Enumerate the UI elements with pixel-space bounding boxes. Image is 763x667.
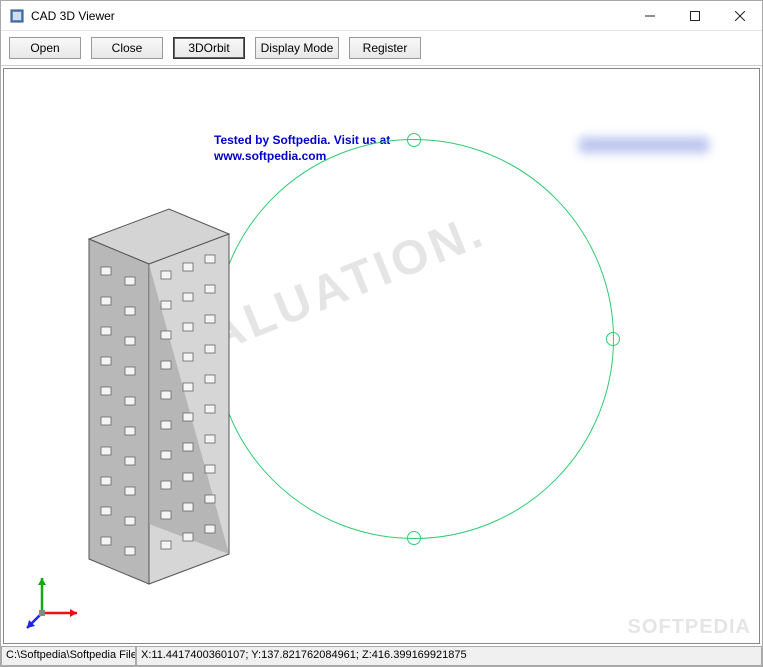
orbit-ring[interactable] [214, 139, 614, 539]
orbit-button[interactable]: 3DOrbit [173, 37, 245, 59]
register-button[interactable]: Register [349, 37, 421, 59]
minimize-button[interactable] [627, 1, 672, 30]
axis-gizmo [22, 573, 82, 633]
display-mode-button[interactable]: Display Mode [255, 37, 339, 59]
toolbar: Open Close 3DOrbit Display Mode Register [1, 31, 762, 66]
app-icon [9, 8, 25, 24]
close-button[interactable] [717, 1, 762, 30]
window-controls [627, 1, 762, 30]
open-button[interactable]: Open [9, 37, 81, 59]
close-file-button[interactable]: Close [91, 37, 163, 59]
building-model [49, 199, 269, 589]
status-coordinates: X:11.4417400360107; Y:137.821762084961; … [136, 647, 762, 666]
statusbar: C:\Softpedia\Softpedia Files\Softpedi X:… [1, 646, 762, 666]
watermark-line1: Tested by Softpedia. Visit us at [214, 133, 390, 147]
maximize-button[interactable] [672, 1, 717, 30]
softpedia-watermark-text: Tested by Softpedia. Visit us at www.sof… [214, 133, 390, 164]
orbit-handle-top[interactable] [407, 133, 421, 147]
viewport-3d[interactable]: Tested by Softpedia. Visit us at www.sof… [3, 68, 760, 644]
blurred-region [579, 137, 709, 153]
watermark-line2: www.softpedia.com [214, 149, 326, 163]
titlebar: CAD 3D Viewer [1, 1, 762, 31]
status-filepath: C:\Softpedia\Softpedia Files\Softpedi [1, 647, 136, 666]
window-title: CAD 3D Viewer [31, 9, 627, 23]
evaluation-watermark: EVALUATION. [137, 203, 493, 390]
orbit-handle-bottom[interactable] [407, 531, 421, 545]
orbit-handle-right[interactable] [606, 332, 620, 346]
softpedia-corner-watermark: SOFTPEDIA [628, 616, 751, 639]
orbit-handle-left[interactable] [208, 332, 222, 346]
